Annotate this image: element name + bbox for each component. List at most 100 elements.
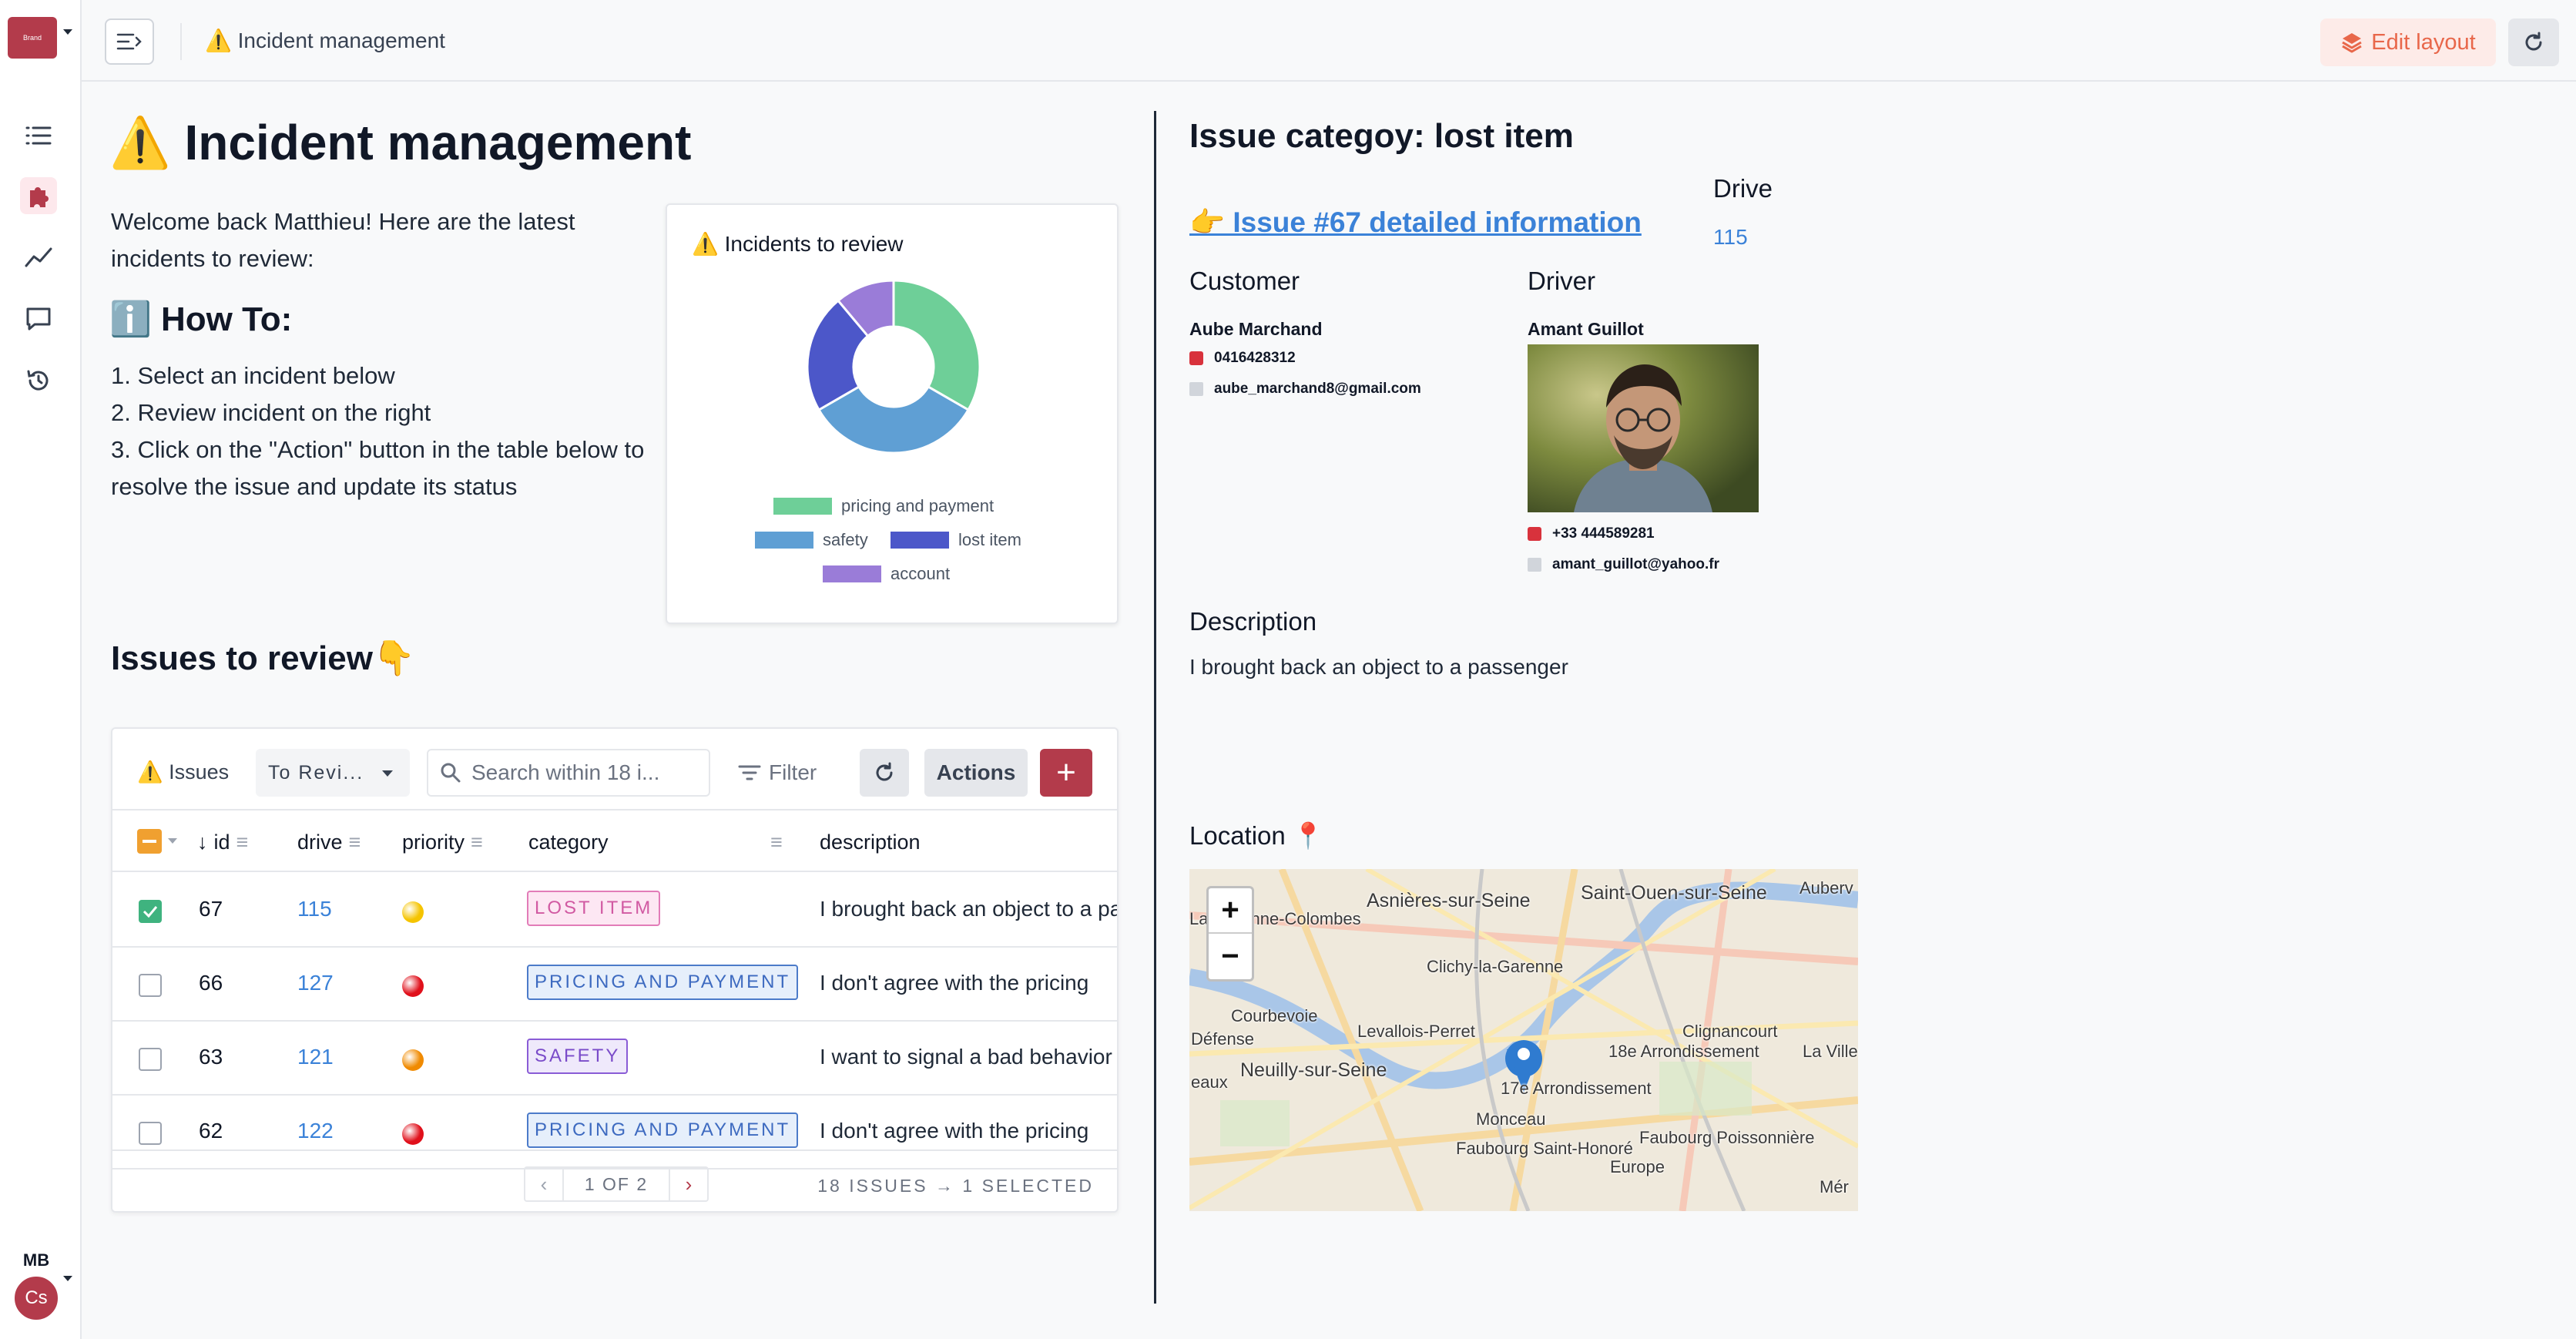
row-drive-link[interactable]: 115 [297, 897, 332, 921]
legend-item[interactable]: lost item [891, 530, 1021, 550]
actions-button[interactable]: Actions [924, 749, 1028, 797]
zoom-in-button[interactable]: + [1209, 888, 1252, 934]
priority-indicator [402, 1049, 424, 1071]
table-label: ⚠️ Issues [137, 760, 230, 784]
legend-item[interactable]: pricing and payment [773, 496, 994, 516]
chevron-down-icon[interactable] [168, 838, 177, 844]
breadcrumb-title: ⚠️ Incident management [205, 29, 445, 52]
chevron-down-icon [382, 770, 393, 777]
refresh-button[interactable] [860, 749, 909, 797]
puzzle-icon[interactable] [20, 177, 57, 214]
row-drive-link[interactable]: 121 [297, 1045, 334, 1069]
map-label: Asnières-sur-Seine [1367, 890, 1531, 911]
edit-layout-button[interactable]: Edit layout [2320, 18, 2496, 66]
column-header-priority[interactable]: priority ≡ [402, 831, 483, 854]
email-icon [1528, 558, 1541, 572]
chevron-down-icon[interactable] [63, 1276, 72, 1281]
welcome-text: Welcome back Matthieu! Here are the late… [111, 208, 575, 272]
search-placeholder: Search within 18 i... [471, 760, 660, 784]
reload-button[interactable] [2508, 18, 2559, 66]
legend-swatch [891, 532, 949, 549]
legend-item[interactable]: account [823, 564, 950, 584]
row-checkbox[interactable] [139, 1048, 162, 1071]
refresh-icon [2525, 32, 2542, 51]
prev-page-button[interactable]: ‹ [525, 1168, 562, 1200]
map-label: Europe [1610, 1157, 1665, 1176]
column-header-description[interactable]: description [820, 831, 921, 854]
row-checkbox[interactable] [139, 1122, 162, 1145]
view-select[interactable]: To Revi... [256, 749, 410, 797]
customer-phone: 0416428312 [1189, 350, 1296, 367]
filter-button[interactable]: Filter [738, 749, 817, 797]
legend-label: account [891, 564, 951, 583]
category-tag: SAFETY [527, 1039, 629, 1074]
row-description: I don't agree with the pricing [820, 971, 1089, 995]
category-tag: LOST ITEM [527, 891, 661, 926]
column-header-category[interactable]: category [528, 831, 609, 854]
filter-label: Filter [769, 760, 817, 784]
driver-email: amant_guillot@yahoo.fr [1528, 556, 1719, 573]
add-issue-button[interactable]: + [1040, 749, 1092, 797]
legend-item[interactable]: safety [755, 530, 868, 550]
priority-indicator [402, 1123, 424, 1145]
customer-name: Aube Marchand [1189, 319, 1323, 339]
trend-chart-icon[interactable] [20, 239, 57, 276]
issue-detail-link[interactable]: 👉 Issue #67 detailed information [1189, 206, 1642, 240]
zoom-control: + − [1206, 886, 1254, 982]
category-tag: PRICING AND PAYMENT [527, 965, 799, 1000]
step-item: 1. Select an incident below [111, 362, 395, 389]
driver-name: Amant Guillot [1528, 319, 1644, 339]
column-header-drive[interactable]: drive ≡ [297, 831, 361, 854]
map-label: Neuilly-sur-Seine [1240, 1059, 1387, 1081]
list-icon[interactable] [20, 117, 57, 154]
sidebar-toggle-button[interactable] [105, 18, 154, 65]
edit-layout-label: Edit layout [2371, 29, 2476, 55]
map-label: Faubourg Poissonnière [1639, 1128, 1815, 1147]
top-bar: ⚠️ Incident management Edit layout [82, 0, 2576, 82]
zoom-out-button[interactable]: − [1209, 934, 1252, 979]
column-filter-icon[interactable]: ≡ [236, 831, 249, 854]
location-map[interactable]: Asnières-sur-Seine Saint-Ouen-sur-Seine Au… [1189, 869, 1858, 1211]
history-icon[interactable] [20, 362, 57, 399]
filter-icon [738, 765, 761, 780]
row-checkbox[interactable] [139, 900, 162, 923]
select-all-checkbox[interactable] [137, 829, 162, 854]
row-id: 67 [199, 897, 223, 921]
drive-link[interactable]: 115 [1713, 225, 1748, 250]
row-checkbox[interactable] [139, 974, 162, 997]
issues-table: ⚠️ Issues To Revi... Search within 18 i.… [111, 727, 1119, 1213]
phone-icon [1528, 527, 1541, 541]
table-row[interactable]: 66 127 PRICING AND PAYMENT I don't agree wi… [112, 948, 1117, 1022]
column-filter-icon[interactable]: ≡ [770, 831, 783, 854]
refresh-icon [876, 762, 893, 781]
category-tag: PRICING AND PAYMENT [527, 1112, 799, 1148]
app-logo[interactable]: Brand [8, 17, 57, 59]
map-label: La Ville [1803, 1042, 1858, 1061]
column-filter-icon[interactable]: ≡ [349, 831, 361, 854]
table-row[interactable]: 67 115 LOST ITEM I brought back an object t… [112, 874, 1117, 948]
row-description: I brought back an object to a passenger [820, 897, 1117, 921]
column-filter-icon[interactable]: ≡ [471, 831, 483, 854]
column-header-id[interactable]: ↓ id ≡ [197, 831, 248, 854]
chevron-down-icon[interactable] [63, 29, 72, 35]
chat-icon[interactable] [20, 300, 57, 337]
search-input[interactable]: Search within 18 i... [427, 749, 710, 797]
map-label: 17e Arrondissement [1501, 1079, 1652, 1098]
workspace-avatar[interactable]: Cs [12, 1274, 60, 1322]
user-avatar[interactable]: MB [12, 1242, 60, 1279]
row-drive-link[interactable]: 127 [297, 971, 334, 995]
view-select-value: To Revi... [268, 761, 364, 784]
customer-email-value: aube_marchand8@gmail.com [1214, 381, 1421, 397]
table-row[interactable]: 63 121 SAFETY I want to signal a bad behavi… [112, 1022, 1117, 1096]
column-label: id [213, 831, 230, 854]
next-page-button[interactable]: › [670, 1168, 707, 1200]
driver-photo [1528, 344, 1759, 512]
row-drive-link[interactable]: 122 [297, 1119, 334, 1143]
legend-label: pricing and payment [841, 496, 995, 515]
page-title: ⚠️ Incident management [109, 115, 692, 170]
priority-indicator [402, 975, 424, 997]
table-header: ↓ id ≡ drive ≡ priority ≡ category ≡ descrip… [112, 812, 1117, 872]
side-rail: Brand MB Cs [0, 0, 82, 1339]
phone-icon [1189, 351, 1203, 365]
map-label: 18e Arrondissement [1608, 1042, 1759, 1061]
